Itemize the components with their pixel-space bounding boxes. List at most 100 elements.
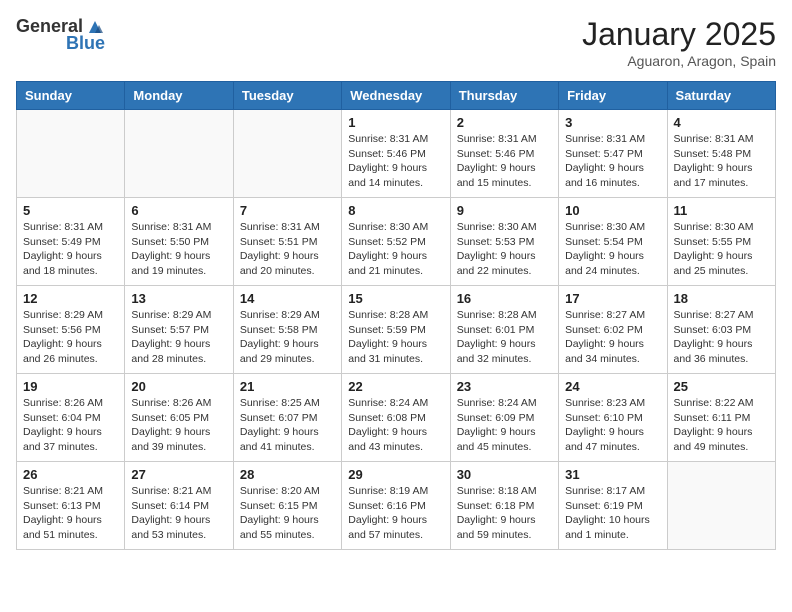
day-cell-23: 23 Sunrise: 8:24 AM Sunset: 6:09 PM Dayli…	[450, 374, 558, 462]
day-cell-26: 26 Sunrise: 8:21 AM Sunset: 6:13 PM Dayli…	[17, 462, 125, 550]
week-row-4: 19 Sunrise: 8:26 AM Sunset: 6:04 PM Dayli…	[17, 374, 776, 462]
day-info: Sunrise: 8:25 AM Sunset: 6:07 PM Dayligh…	[240, 396, 335, 455]
day-info: Sunrise: 8:31 AM Sunset: 5:50 PM Dayligh…	[131, 220, 226, 279]
weekday-header-monday: Monday	[125, 82, 233, 110]
day-number: 14	[240, 291, 335, 306]
day-cell-17: 17 Sunrise: 8:27 AM Sunset: 6:02 PM Dayli…	[559, 286, 667, 374]
day-number: 24	[565, 379, 660, 394]
day-info: Sunrise: 8:31 AM Sunset: 5:47 PM Dayligh…	[565, 132, 660, 191]
day-info: Sunrise: 8:20 AM Sunset: 6:15 PM Dayligh…	[240, 484, 335, 543]
day-cell-30: 30 Sunrise: 8:18 AM Sunset: 6:18 PM Dayli…	[450, 462, 558, 550]
day-info: Sunrise: 8:31 AM Sunset: 5:48 PM Dayligh…	[674, 132, 769, 191]
day-cell-6: 6Sunrise: 8:31 AM Sunset: 5:50 PM Daylig…	[125, 198, 233, 286]
weekday-header-tuesday: Tuesday	[233, 82, 341, 110]
day-cell-14: 14 Sunrise: 8:29 AM Sunset: 5:58 PM Dayli…	[233, 286, 341, 374]
day-info: Sunrise: 8:30 AM Sunset: 5:52 PM Dayligh…	[348, 220, 443, 279]
week-row-5: 26 Sunrise: 8:21 AM Sunset: 6:13 PM Dayli…	[17, 462, 776, 550]
day-number: 11	[674, 203, 769, 218]
day-cell-21: 21 Sunrise: 8:25 AM Sunset: 6:07 PM Dayli…	[233, 374, 341, 462]
day-number: 15	[348, 291, 443, 306]
day-number: 1	[348, 115, 443, 130]
day-info: Sunrise: 8:27 AM Sunset: 6:03 PM Dayligh…	[674, 308, 769, 367]
day-cell-7: 7 Sunrise: 8:31 AM Sunset: 5:51 PM Daylig…	[233, 198, 341, 286]
empty-cell	[233, 110, 341, 198]
day-number: 3	[565, 115, 660, 130]
day-cell-12: 12 Sunrise: 8:29 AM Sunset: 5:56 PM Dayli…	[17, 286, 125, 374]
day-number: 21	[240, 379, 335, 394]
day-cell-28: 28 Sunrise: 8:20 AM Sunset: 6:15 PM Dayli…	[233, 462, 341, 550]
empty-cell	[667, 462, 775, 550]
day-info: Sunrise: 8:29 AM Sunset: 5:58 PM Dayligh…	[240, 308, 335, 367]
day-number: 18	[674, 291, 769, 306]
day-info: Sunrise: 8:18 AM Sunset: 6:18 PM Dayligh…	[457, 484, 552, 543]
week-row-2: 5 Sunrise: 8:31 AM Sunset: 5:49 PM Daylig…	[17, 198, 776, 286]
day-info: Sunrise: 8:28 AM Sunset: 6:01 PM Dayligh…	[457, 308, 552, 367]
day-number: 26	[23, 467, 118, 482]
day-number: 29	[348, 467, 443, 482]
day-info: Sunrise: 8:27 AM Sunset: 6:02 PM Dayligh…	[565, 308, 660, 367]
day-cell-24: 24Sunrise: 8:23 AM Sunset: 6:10 PM Dayli…	[559, 374, 667, 462]
logo: General Blue	[16, 16, 105, 54]
day-info: Sunrise: 8:22 AM Sunset: 6:11 PM Dayligh…	[674, 396, 769, 455]
day-cell-15: 15Sunrise: 8:28 AM Sunset: 5:59 PM Dayli…	[342, 286, 450, 374]
calendar-header-row: SundayMondayTuesdayWednesdayThursdayFrid…	[17, 82, 776, 110]
day-info: Sunrise: 8:29 AM Sunset: 5:56 PM Dayligh…	[23, 308, 118, 367]
weekday-header-friday: Friday	[559, 82, 667, 110]
month-title: January 2025	[582, 16, 776, 53]
day-number: 17	[565, 291, 660, 306]
day-number: 4	[674, 115, 769, 130]
day-info: Sunrise: 8:19 AM Sunset: 6:16 PM Dayligh…	[348, 484, 443, 543]
day-info: Sunrise: 8:21 AM Sunset: 6:14 PM Dayligh…	[131, 484, 226, 543]
day-info: Sunrise: 8:26 AM Sunset: 6:05 PM Dayligh…	[131, 396, 226, 455]
day-info: Sunrise: 8:31 AM Sunset: 5:46 PM Dayligh…	[348, 132, 443, 191]
day-info: Sunrise: 8:21 AM Sunset: 6:13 PM Dayligh…	[23, 484, 118, 543]
day-cell-16: 16Sunrise: 8:28 AM Sunset: 6:01 PM Dayli…	[450, 286, 558, 374]
day-cell-10: 10Sunrise: 8:30 AM Sunset: 5:54 PM Dayli…	[559, 198, 667, 286]
day-number: 22	[348, 379, 443, 394]
day-cell-22: 22 Sunrise: 8:24 AM Sunset: 6:08 PM Dayli…	[342, 374, 450, 462]
day-info: Sunrise: 8:31 AM Sunset: 5:51 PM Dayligh…	[240, 220, 335, 279]
day-cell-4: 4 Sunrise: 8:31 AM Sunset: 5:48 PM Daylig…	[667, 110, 775, 198]
week-row-3: 12 Sunrise: 8:29 AM Sunset: 5:56 PM Dayli…	[17, 286, 776, 374]
day-number: 23	[457, 379, 552, 394]
day-info: Sunrise: 8:24 AM Sunset: 6:09 PM Dayligh…	[457, 396, 552, 455]
day-number: 10	[565, 203, 660, 218]
calendar-table: SundayMondayTuesdayWednesdayThursdayFrid…	[16, 81, 776, 550]
day-cell-31: 31Sunrise: 8:17 AM Sunset: 6:19 PM Dayli…	[559, 462, 667, 550]
weekday-header-sunday: Sunday	[17, 82, 125, 110]
empty-cell	[125, 110, 233, 198]
day-info: Sunrise: 8:29 AM Sunset: 5:57 PM Dayligh…	[131, 308, 226, 367]
day-info: Sunrise: 8:31 AM Sunset: 5:49 PM Dayligh…	[23, 220, 118, 279]
day-cell-19: 19 Sunrise: 8:26 AM Sunset: 6:04 PM Dayli…	[17, 374, 125, 462]
day-info: Sunrise: 8:26 AM Sunset: 6:04 PM Dayligh…	[23, 396, 118, 455]
title-block: January 2025 Aguaron, Aragon, Spain	[582, 16, 776, 69]
day-number: 28	[240, 467, 335, 482]
weekday-header-thursday: Thursday	[450, 82, 558, 110]
day-cell-11: 11Sunrise: 8:30 AM Sunset: 5:55 PM Dayli…	[667, 198, 775, 286]
day-cell-27: 27 Sunrise: 8:21 AM Sunset: 6:14 PM Dayli…	[125, 462, 233, 550]
day-number: 30	[457, 467, 552, 482]
empty-cell	[17, 110, 125, 198]
day-info: Sunrise: 8:24 AM Sunset: 6:08 PM Dayligh…	[348, 396, 443, 455]
day-cell-25: 25Sunrise: 8:22 AM Sunset: 6:11 PM Dayli…	[667, 374, 775, 462]
day-cell-3: 3 Sunrise: 8:31 AM Sunset: 5:47 PM Daylig…	[559, 110, 667, 198]
day-number: 5	[23, 203, 118, 218]
day-number: 20	[131, 379, 226, 394]
logo-blue-text: Blue	[66, 33, 105, 54]
weekday-header-saturday: Saturday	[667, 82, 775, 110]
day-cell-20: 20 Sunrise: 8:26 AM Sunset: 6:05 PM Dayli…	[125, 374, 233, 462]
week-row-1: 1 Sunrise: 8:31 AM Sunset: 5:46 PM Daylig…	[17, 110, 776, 198]
day-cell-9: 9 Sunrise: 8:30 AM Sunset: 5:53 PM Daylig…	[450, 198, 558, 286]
day-cell-5: 5 Sunrise: 8:31 AM Sunset: 5:49 PM Daylig…	[17, 198, 125, 286]
day-number: 9	[457, 203, 552, 218]
day-cell-8: 8 Sunrise: 8:30 AM Sunset: 5:52 PM Daylig…	[342, 198, 450, 286]
day-number: 27	[131, 467, 226, 482]
day-number: 8	[348, 203, 443, 218]
day-number: 19	[23, 379, 118, 394]
day-info: Sunrise: 8:30 AM Sunset: 5:53 PM Dayligh…	[457, 220, 552, 279]
day-cell-2: 2Sunrise: 8:31 AM Sunset: 5:46 PM Daylig…	[450, 110, 558, 198]
day-info: Sunrise: 8:17 AM Sunset: 6:19 PM Dayligh…	[565, 484, 660, 543]
day-cell-29: 29 Sunrise: 8:19 AM Sunset: 6:16 PM Dayli…	[342, 462, 450, 550]
day-number: 12	[23, 291, 118, 306]
day-number: 7	[240, 203, 335, 218]
